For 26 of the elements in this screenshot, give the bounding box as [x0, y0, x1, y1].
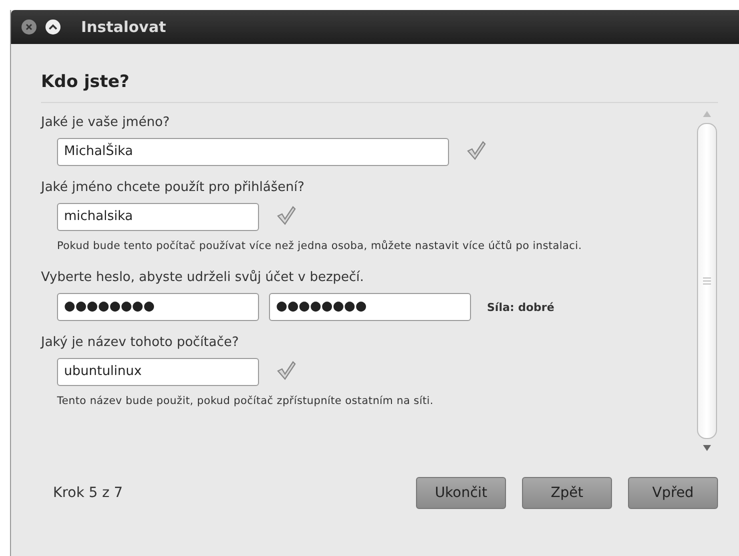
strength-label: Síla: dobré: [487, 300, 554, 314]
input-field[interactable]: michalsika: [57, 203, 259, 231]
scrollbar-thumb[interactable]: [697, 123, 717, 439]
maximize-icon[interactable]: [45, 19, 61, 35]
window-title: Instalovat: [81, 18, 166, 36]
wizard-button[interactable]: Zpět: [522, 477, 612, 509]
scroll-down-icon[interactable]: [703, 445, 711, 451]
page-heading: Kdo jste?: [41, 72, 718, 103]
close-icon[interactable]: [21, 19, 37, 35]
field-label: Jaký je název tohoto počítače?: [41, 335, 240, 350]
checkmark-icon: [275, 204, 297, 226]
field-label: Jaké je vaše jméno?: [41, 115, 171, 130]
checkmark-icon: [465, 139, 487, 161]
checkmark-icon: [275, 359, 297, 381]
field-label: Jaké jméno chcete použít pro přihlášení?: [41, 180, 306, 195]
wizard-button[interactable]: Ukončit: [416, 477, 506, 509]
password-confirm-field[interactable]: ●●●●●●●●: [269, 293, 471, 321]
input-field[interactable]: ubuntulinux: [57, 358, 259, 386]
grip-icon: [703, 277, 711, 285]
wizard-button[interactable]: Vpřed: [628, 477, 718, 509]
input-field[interactable]: MichalŠika: [57, 138, 449, 166]
help-text: Pokud bude tento počítač používat více než jedna osoba, můžete nastavit více účtů po instalaci.: [56, 239, 583, 254]
password-field[interactable]: ●●●●●●●●: [57, 293, 259, 321]
step-indicator: Krok 5 z 7: [53, 485, 124, 501]
help-text: Tento název bude použit, pokud počítač zpřístupníte ostatním na síti.: [56, 394, 434, 409]
field-label: Vyberte heslo, abyste udrželi svůj účet v bezpečí.: [41, 270, 365, 285]
